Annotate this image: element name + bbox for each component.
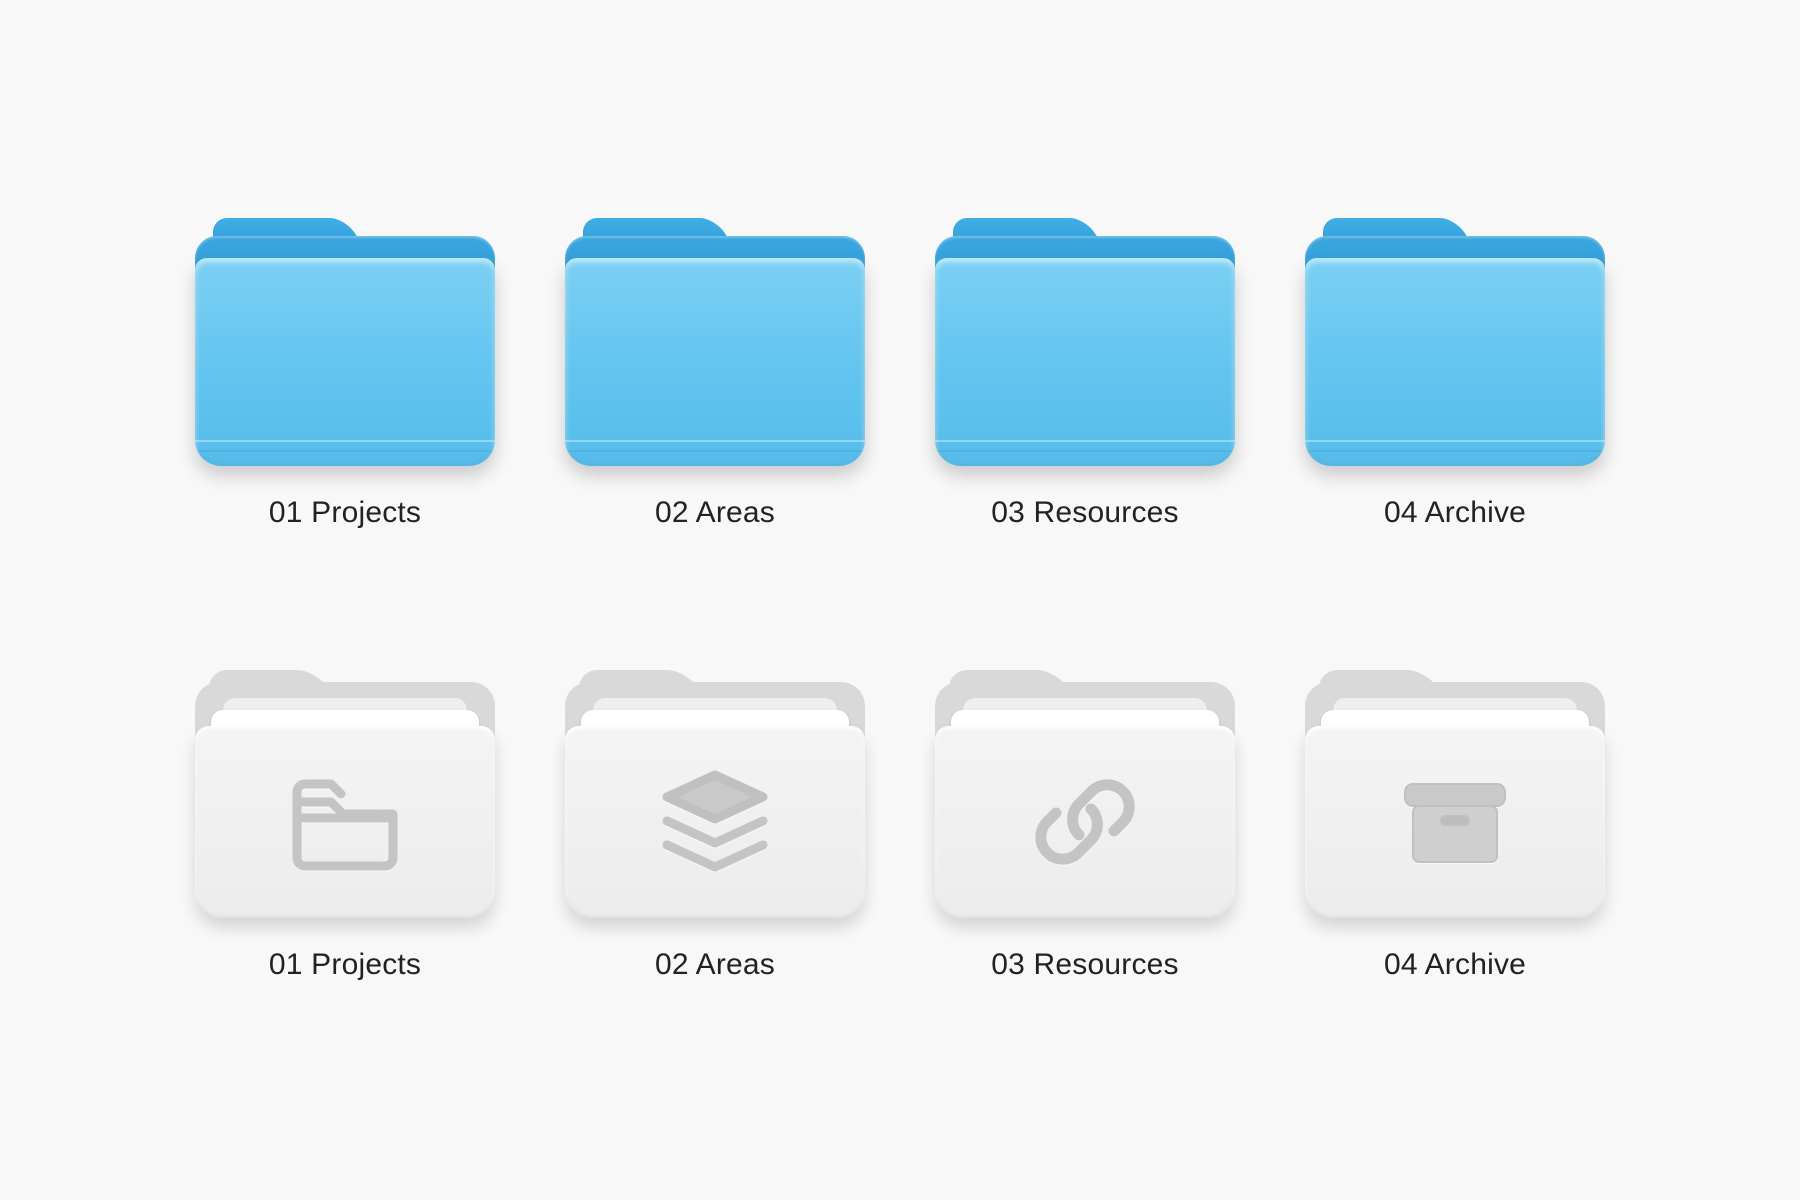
- folder-label: 01 Projects: [269, 496, 421, 530]
- folder-item-resources[interactable]: 03 Resources: [935, 218, 1235, 530]
- folder-grid: 01 Projects 02 Areas 03 Resources 04 Arc…: [0, 0, 1800, 1200]
- folder-label: 04 Archive: [1384, 948, 1526, 982]
- folder-label: 02 Areas: [655, 496, 775, 530]
- folder-icon: [935, 218, 1235, 466]
- folder-label: 03 Resources: [991, 948, 1179, 982]
- folder-label: 03 Resources: [991, 496, 1179, 530]
- folder-icon: [195, 218, 495, 466]
- folder-item-archive[interactable]: 04 Archive: [1305, 218, 1605, 530]
- folder-label: 01 Projects: [269, 948, 421, 982]
- folder-outline-icon: [285, 767, 405, 877]
- folder-item-archive-light[interactable]: 04 Archive: [1305, 670, 1605, 982]
- folder-item-projects[interactable]: 01 Projects: [195, 218, 495, 530]
- folder-item-areas-light[interactable]: 02 Areas: [565, 670, 865, 982]
- folder-icon-light: [565, 670, 865, 918]
- stack-icon: [655, 767, 775, 877]
- folder-icon: [1305, 218, 1605, 466]
- folder-item-resources-light[interactable]: 03 Resources: [935, 670, 1235, 982]
- folder-icon: [565, 218, 865, 466]
- link-icon: [1025, 767, 1145, 877]
- folder-item-areas[interactable]: 02 Areas: [565, 218, 865, 530]
- folder-icon-light: [195, 670, 495, 918]
- folder-icon-light: [1305, 670, 1605, 918]
- folder-row-light: 01 Projects: [195, 670, 1605, 982]
- archive-box-icon: [1395, 767, 1515, 877]
- folder-row-blue: 01 Projects 02 Areas 03 Resources 04 Arc…: [195, 218, 1605, 530]
- folder-label: 02 Areas: [655, 948, 775, 982]
- folder-item-projects-light[interactable]: 01 Projects: [195, 670, 495, 982]
- folder-label: 04 Archive: [1384, 496, 1526, 530]
- folder-icon-light: [935, 670, 1235, 918]
